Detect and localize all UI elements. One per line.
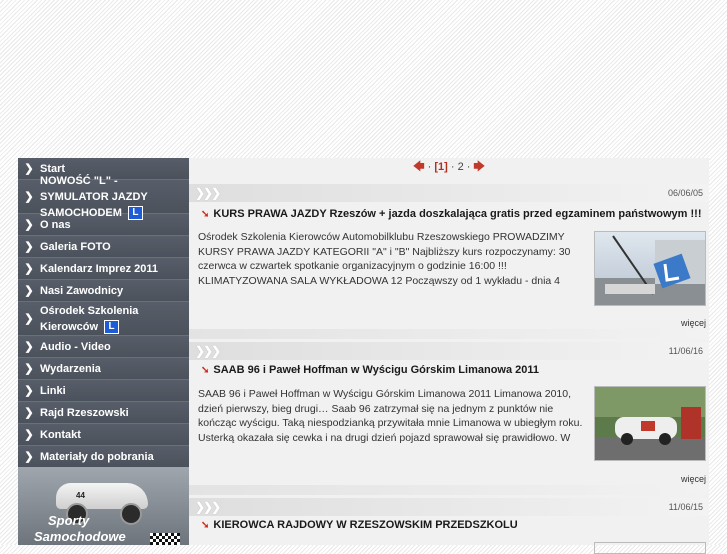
chevron-right-icon: ❯ (24, 312, 34, 325)
nav-item-kalendarz[interactable]: ❯ Kalendarz Imprez 2011 (18, 258, 189, 280)
triple-chevron-icon: ❯❯❯ (195, 186, 221, 200)
article-header: ❯❯❯ 11/06/16 (189, 342, 709, 360)
nav-item-materialy[interactable]: ❯ Materiały do pobrania (18, 446, 189, 468)
chevron-right-icon: ❯ (24, 218, 34, 231)
chevron-right-icon: ❯ (24, 190, 34, 203)
nav-item-symulator[interactable]: ❯ NOWOŚĆ "L" - SYMULATOR JAZDY SAMOCHODE… (18, 175, 189, 220)
chevron-right-icon: ❯ (24, 340, 34, 353)
chevron-right-icon: ❯ (24, 362, 34, 375)
article-title[interactable]: ➘ KIEROWCA RAJDOWY W RZESZOWSKIM PRZEDSZK… (201, 519, 518, 531)
triple-chevron-icon: ❯❯❯ (195, 500, 221, 514)
chevron-right-icon: ❯ (24, 428, 34, 441)
nav-label: Kontakt (40, 428, 81, 441)
arrow-right-icon[interactable]: 🡆 (473, 161, 484, 173)
nav-label: Ośrodek Szkolenia Kierowców (40, 304, 139, 333)
pager-sep: · (466, 161, 471, 173)
chevron-right-icon: ❯ (24, 450, 34, 463)
page-layout: ❯ Start ❯ NOWOŚĆ "L" - SYMULATOR JAZDY S… (18, 158, 709, 554)
article-date: 11/06/16 (668, 346, 703, 356)
chevron-right-icon: ❯ (24, 384, 34, 397)
nav-label: O nas (40, 218, 71, 231)
article-thumbnail[interactable] (594, 542, 706, 554)
car-number: 44 (76, 491, 85, 500)
article-date: 11/06/15 (668, 502, 703, 512)
article-thumbnail[interactable] (594, 386, 706, 461)
nav-item-kontakt[interactable]: ❯ Kontakt (18, 424, 189, 446)
chevron-right-icon: ❯ (24, 406, 34, 419)
pager-sep: · (427, 161, 432, 173)
chevron-right-icon: ❯ (24, 262, 34, 275)
chevron-right-icon: ❯ (24, 284, 34, 297)
red-arrow-icon: ➘ (201, 209, 210, 220)
article-title[interactable]: ➘ KURS PRAWA JAZDY Rzeszów + jazda doszka… (201, 208, 702, 220)
l-badge-icon: L (104, 319, 120, 334)
article-header: ❯❯❯ 06/06/05 (189, 184, 709, 202)
nav-label: Wydarzenia (40, 362, 101, 375)
arrow-left-icon[interactable]: 🡄 (413, 161, 424, 173)
nav-item-linki[interactable]: ❯ Linki (18, 380, 189, 402)
promo-banner[interactable]: 44 Sporty Samochodowe (18, 467, 189, 545)
nav-item-osrodek[interactable]: ❯ Ośrodek Szkolenia Kierowców L (18, 302, 189, 336)
nav-label: Rajd Rzeszowski (40, 406, 129, 419)
read-more-link[interactable]: więcej (681, 474, 706, 484)
car-wheel (120, 503, 142, 525)
nav-label: Linki (40, 384, 66, 397)
pagination: 🡄 · [1] · 2 · 🡆 (189, 158, 709, 178)
article-header: ❯❯❯ 11/06/15 (189, 498, 709, 516)
article-excerpt: Ośrodek Szkolenia Kierowców Automobilklu… (198, 231, 571, 287)
article-date: 06/06/05 (667, 188, 703, 198)
news-article: ❯❯❯ 06/06/05 ➘ KURS PRAWA JAZDY Rzeszów +… (189, 184, 709, 328)
sidebar-nav: ❯ Start ❯ NOWOŚĆ "L" - SYMULATOR JAZDY S… (18, 158, 189, 545)
chevron-right-icon: ❯ (24, 240, 34, 253)
news-article: ❯❯❯ 11/06/15 ➘ KIEROWCA RAJDOWY W RZESZOW… (189, 498, 709, 554)
separator (189, 485, 709, 495)
separator (189, 329, 709, 339)
nav-item-audio-video[interactable]: ❯ Audio - Video (18, 336, 189, 358)
nav-item-o-nas[interactable]: ❯ O nas (18, 214, 189, 236)
nav-label: Galeria FOTO (40, 240, 111, 253)
chevron-right-icon: ❯ (24, 162, 34, 175)
checkered-flag-icon (150, 533, 180, 545)
promo-line2: Samochodowe (34, 529, 126, 544)
nav-label: Audio - Video (40, 340, 111, 353)
nav-item-galeria[interactable]: ❯ Galeria FOTO (18, 236, 189, 258)
red-arrow-icon: ➘ (201, 365, 210, 376)
nav-label: Nasi Zawodnicy (40, 284, 124, 297)
page-current[interactable]: [1] (434, 161, 447, 173)
nav-item-zawodnicy[interactable]: ❯ Nasi Zawodnicy (18, 280, 189, 302)
page-2-link[interactable]: 2 (458, 161, 464, 173)
nav-label: Materiały do pobrania (40, 450, 154, 463)
article-excerpt: SAAB 96 i Paweł Hoffman w Wyścigu Górski… (198, 388, 583, 444)
red-arrow-icon: ➘ (201, 520, 210, 531)
pager-sep: · (450, 161, 455, 173)
read-more-link[interactable]: więcej (681, 318, 706, 328)
nav-item-wydarzenia[interactable]: ❯ Wydarzenia (18, 358, 189, 380)
header-banner (0, 0, 727, 158)
main-content: 🡄 · [1] · 2 · 🡆 ❯❯❯ 06/06/05 ➘ KURS PRAWA… (189, 158, 709, 554)
nav-label: Kalendarz Imprez 2011 (40, 262, 159, 275)
article-title[interactable]: ➘ SAAB 96 i Paweł Hoffman w Wyścigu Górsk… (201, 364, 539, 376)
promo-line1: Sporty (48, 513, 90, 528)
triple-chevron-icon: ❯❯❯ (195, 344, 221, 358)
nav-item-rajd[interactable]: ❯ Rajd Rzeszowski (18, 402, 189, 424)
article-thumbnail[interactable] (594, 231, 706, 306)
news-article: ❯❯❯ 11/06/16 ➘ SAAB 96 i Paweł Hoffman w … (189, 342, 709, 492)
